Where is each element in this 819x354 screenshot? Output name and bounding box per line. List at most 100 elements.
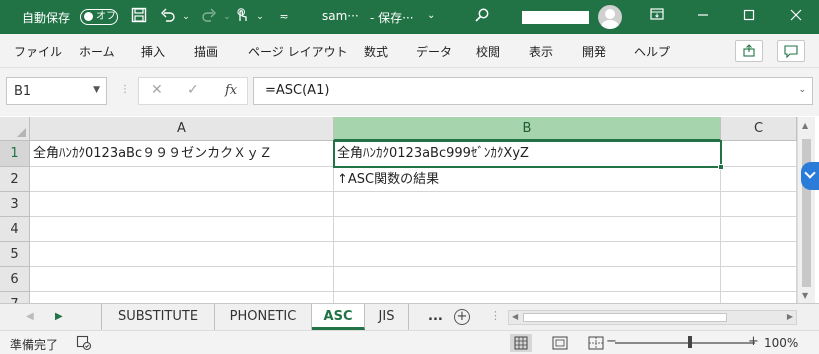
name-box-dropdown-icon[interactable]: ▼ <box>93 85 100 95</box>
tab-help[interactable]: ヘルプ <box>634 43 670 60</box>
sheet-tab-phonetic[interactable]: PHONETIC <box>215 304 312 330</box>
row-header-6[interactable]: 6 <box>0 267 30 292</box>
save-status: - 保存··· <box>370 11 414 25</box>
account-name-box <box>522 11 589 24</box>
formula-divider-dots: ⋮ <box>120 84 130 95</box>
formula-bar-input[interactable]: =ASC(A1) ⌄ <box>253 77 813 105</box>
minimize-icon[interactable] <box>693 7 713 27</box>
avatar-body <box>601 20 619 29</box>
page-break-view-icon[interactable] <box>585 334 607 352</box>
cell-a2[interactable] <box>30 167 334 192</box>
tab-file[interactable]: ファイル <box>14 43 62 60</box>
row-header-2[interactable]: 2 <box>0 167 30 192</box>
cell-b1[interactable]: 全角ﾊﾝｶｸ0123aBc999ｾﾞﾝｶｸXyZ <box>334 141 721 167</box>
cell-a4[interactable] <box>30 217 334 242</box>
cell-b3[interactable] <box>334 192 721 217</box>
horizontal-scrollbar[interactable]: ◀ ▶ <box>508 310 797 325</box>
more-sheets-button[interactable]: ... <box>428 309 443 324</box>
touch-mode-icon[interactable] <box>232 7 252 27</box>
normal-view-icon[interactable] <box>510 334 532 352</box>
cell-a3[interactable] <box>30 192 334 217</box>
undo-icon[interactable] <box>158 7 178 27</box>
avatar[interactable] <box>598 5 622 29</box>
tab-home[interactable]: ホーム <box>79 43 115 60</box>
zoom-slider[interactable] <box>615 342 755 344</box>
zoom-level[interactable]: 100% <box>764 336 798 350</box>
sheet-tab-asc[interactable]: ASC <box>312 304 365 330</box>
search-icon[interactable] <box>472 7 492 27</box>
tab-view[interactable]: 表示 <box>529 43 553 60</box>
scroll-up-icon[interactable]: ▲ <box>802 121 808 130</box>
insert-function-icon[interactable]: fx <box>225 83 237 98</box>
sheet-tab-substitute[interactable]: SUBSTITUTE <box>101 304 215 330</box>
cell-b4[interactable] <box>334 217 721 242</box>
cell-c7[interactable] <box>721 292 797 303</box>
tab-data[interactable]: データ <box>416 43 452 60</box>
cell-a7[interactable] <box>30 292 334 303</box>
enter-icon[interactable]: ✓ <box>187 82 199 98</box>
redo-icon[interactable] <box>199 7 219 27</box>
tab-formulas[interactable]: 数式 <box>364 43 388 60</box>
tab-review[interactable]: 校閲 <box>476 43 500 60</box>
maximize-icon[interactable] <box>739 7 759 27</box>
column-header-c[interactable]: C <box>721 117 797 141</box>
cell-c3[interactable] <box>721 192 797 217</box>
tab-developer[interactable]: 開発 <box>582 43 606 60</box>
cell-b7[interactable] <box>334 292 721 303</box>
row-header-3[interactable]: 3 <box>0 192 30 217</box>
touch-dropdown-icon[interactable]: ⌄ <box>250 7 270 27</box>
next-sheet-icon[interactable]: ▶ <box>55 311 63 322</box>
name-box[interactable]: B1 ▼ <box>6 77 107 105</box>
autosave-toggle[interactable]: オフ <box>80 9 118 25</box>
prev-sheet-icon[interactable]: ◀ <box>26 311 34 322</box>
tab-split-handle[interactable]: ⋮ <box>490 309 501 322</box>
tab-insert[interactable]: 挿入 <box>141 43 165 60</box>
zoom-slider-thumb[interactable] <box>688 336 692 348</box>
row-header-1[interactable]: 1 <box>0 141 30 167</box>
close-icon[interactable] <box>786 7 806 27</box>
customize-qat-icon[interactable]: ≂ <box>274 7 294 27</box>
scroll-left-icon[interactable]: ◀ <box>512 312 518 321</box>
cell-c6[interactable] <box>721 267 797 292</box>
scroll-down-icon[interactable]: ▼ <box>802 291 808 300</box>
cell-b5[interactable] <box>334 242 721 267</box>
status-bar: 準備完了 − + 100% <box>0 330 819 354</box>
row-header-4[interactable]: 4 <box>0 217 30 242</box>
cell-b6[interactable] <box>334 267 721 292</box>
page-layout-view-icon[interactable] <box>549 334 571 352</box>
zoom-in-button[interactable]: + <box>748 334 759 349</box>
accessibility-icon[interactable] <box>76 335 92 354</box>
undo-dropdown-icon[interactable]: ⌄ <box>176 7 196 27</box>
ribbon-display-icon[interactable] <box>647 7 667 27</box>
formula-buttons: ✕ ✓ fx <box>138 77 248 105</box>
select-all-button[interactable] <box>0 117 30 141</box>
expand-formula-bar-icon[interactable]: ⌄ <box>798 85 806 95</box>
column-header-b[interactable]: B <box>334 117 721 141</box>
cancel-icon[interactable]: ✕ <box>151 82 163 98</box>
share-button[interactable] <box>735 40 763 62</box>
vertical-scrollbar[interactable]: ▲ ▼ <box>797 117 815 303</box>
cell-a1[interactable]: 全角ﾊﾝｶｸ0123aBc９９９ゼンカクＸｙＺ <box>30 141 334 167</box>
row-header-7[interactable]: 7 <box>0 292 30 303</box>
cell-c1[interactable] <box>721 141 797 167</box>
tab-draw[interactable]: 描画 <box>194 43 218 60</box>
cell-c2[interactable] <box>721 167 797 192</box>
cell-c5[interactable] <box>721 242 797 267</box>
select-all-triangle <box>17 128 26 137</box>
comments-button[interactable] <box>777 40 805 62</box>
collapse-side-icon[interactable] <box>801 162 819 190</box>
title-dropdown-icon[interactable]: ⌄ <box>427 10 435 21</box>
cell-a5[interactable] <box>30 242 334 267</box>
sheet-tab-jis[interactable]: JIS <box>365 304 409 330</box>
scroll-right-icon[interactable]: ▶ <box>787 312 793 321</box>
save-icon[interactable] <box>129 7 149 27</box>
tab-page-layout[interactable]: ページ レイアウト <box>248 43 348 60</box>
cell-c4[interactable] <box>721 217 797 242</box>
add-sheet-icon[interactable]: + <box>454 309 470 325</box>
cell-a6[interactable] <box>30 267 334 292</box>
worksheet-grid: A B C 1 2 3 4 5 6 7 全角ﾊﾝｶｸ0123aBc９９９ゼンカク… <box>0 117 819 303</box>
horizontal-scroll-thumb[interactable] <box>523 313 727 322</box>
column-header-a[interactable]: A <box>30 117 334 141</box>
row-header-5[interactable]: 5 <box>0 242 30 267</box>
cell-b2[interactable]: ↑ASC関数の結果 <box>334 167 721 192</box>
